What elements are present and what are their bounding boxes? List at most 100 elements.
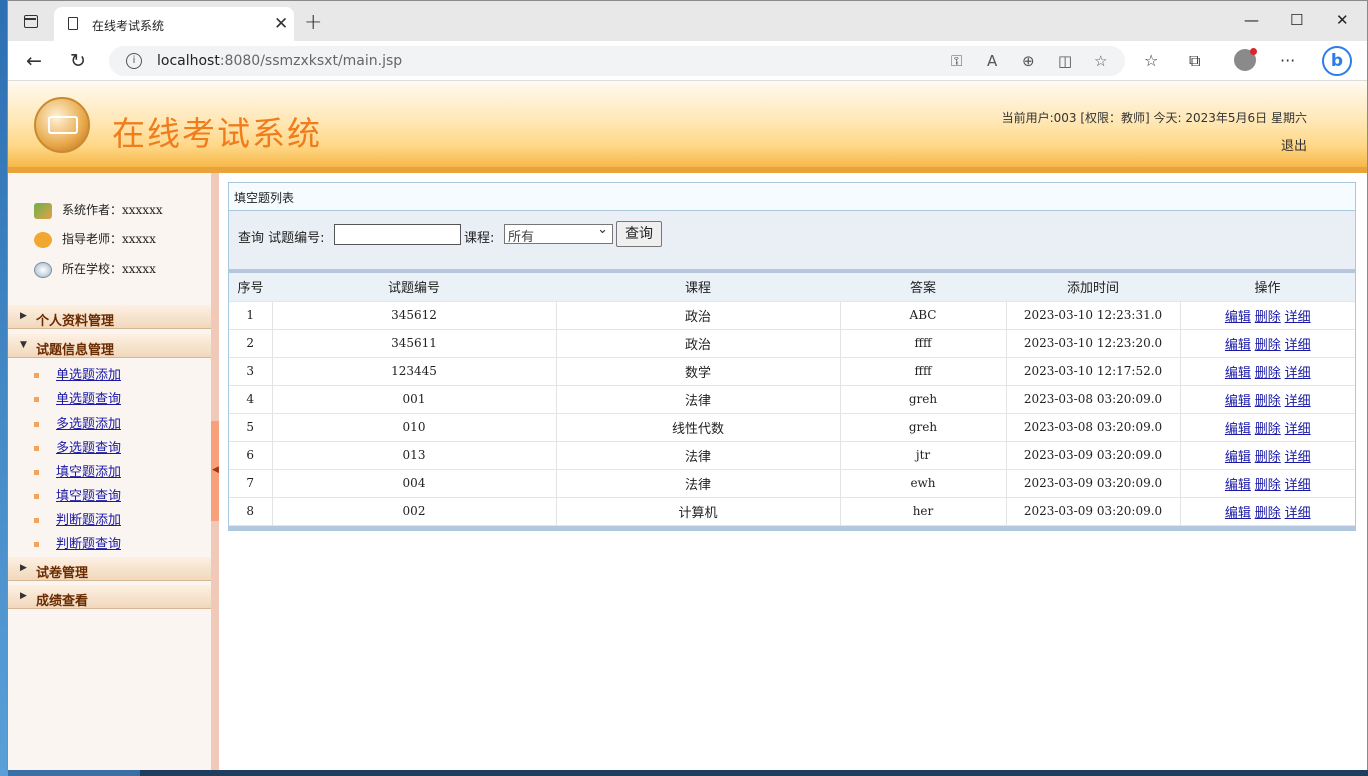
read-aloud-icon[interactable]: A — [987, 52, 997, 70]
cell-time: 2023-03-10 12:23:31.0 — [1006, 301, 1181, 330]
detail-link[interactable]: 详细 — [1285, 310, 1311, 325]
author-info: 系统作者：xxxxxx — [34, 201, 163, 219]
maximize-icon[interactable]: ☐ — [1290, 11, 1303, 29]
question-list-panel: 填空题列表 查询 试题编号: 课程: 所有 查询 序号 试题编号 课程 答案 — [228, 182, 1356, 531]
cell-time: 2023-03-08 03:20:09.0 — [1006, 413, 1181, 442]
delete-link[interactable]: 删除 — [1255, 310, 1281, 325]
menu-questions[interactable]: ▼ 试题信息管理 — [8, 334, 211, 358]
delete-link[interactable]: 删除 — [1255, 366, 1281, 381]
tab-actions-icon[interactable] — [24, 15, 38, 28]
info-icon[interactable]: i — [126, 53, 142, 69]
back-icon[interactable]: ← — [26, 50, 42, 72]
edit-link[interactable]: 编辑 — [1225, 338, 1251, 353]
url-text: localhost:8080/ssmzxksxt/main.jsp — [157, 53, 402, 69]
sub-fill-add[interactable]: 填空题添加 — [34, 461, 121, 480]
cell-course: 数学 — [556, 357, 841, 386]
cell-code: 002 — [272, 497, 557, 526]
favorites-icon[interactable]: ☆ — [1144, 51, 1158, 70]
menu-papers[interactable]: ▶ 试卷管理 — [8, 557, 211, 581]
col-answer: 答案 — [840, 273, 1006, 302]
cell-course: 政治 — [556, 329, 841, 358]
course-select[interactable]: 所有 — [504, 222, 613, 245]
detail-link[interactable]: 详细 — [1285, 394, 1311, 409]
sub-fill-query[interactable]: 填空题查询 — [34, 485, 121, 504]
cell-actions: 编辑 删除 详细 — [1180, 329, 1355, 358]
site-title: 在线考试系统 — [112, 114, 322, 153]
detail-link[interactable]: 详细 — [1285, 338, 1311, 353]
collections-icon[interactable]: ⧉ — [1189, 51, 1200, 71]
cell-no: 2 — [229, 329, 273, 358]
cell-time: 2023-03-09 03:20:09.0 — [1006, 441, 1181, 470]
cell-answer: her — [840, 497, 1007, 526]
detail-link[interactable]: 详细 — [1285, 506, 1311, 521]
close-tab-icon[interactable]: ✕ — [274, 14, 288, 34]
more-icon[interactable]: ··· — [1280, 51, 1295, 70]
sidebar-collapse-handle[interactable]: ◀ — [211, 421, 219, 521]
query-button[interactable]: 查询 — [616, 221, 662, 247]
code-input[interactable] — [334, 224, 461, 245]
detail-link[interactable]: 详细 — [1285, 478, 1311, 493]
key-icon[interactable]: ⚿ — [951, 52, 962, 70]
bing-icon[interactable]: b — [1322, 46, 1352, 76]
tab-bar: 在线考试系统 ✕ + — ☐ ✕ — [8, 1, 1367, 41]
edit-link[interactable]: 编辑 — [1225, 478, 1251, 493]
edit-link[interactable]: 编辑 — [1225, 506, 1251, 521]
browser-tab[interactable]: 在线考试系统 ✕ — [54, 7, 294, 41]
cell-no: 1 — [229, 301, 273, 330]
cell-course: 法律 — [556, 469, 841, 498]
cell-answer: ffff — [840, 357, 1007, 386]
edit-link[interactable]: 编辑 — [1225, 310, 1251, 325]
new-tab-icon[interactable]: + — [304, 10, 322, 35]
sub-judge-query[interactable]: 判断题查询 — [34, 533, 121, 552]
cell-actions: 编辑 删除 详细 — [1180, 441, 1355, 470]
cell-code: 004 — [272, 469, 557, 498]
delete-link[interactable]: 删除 — [1255, 478, 1281, 493]
sub-judge-add[interactable]: 判断题添加 — [34, 509, 121, 528]
edit-link[interactable]: 编辑 — [1225, 394, 1251, 409]
cell-answer: jtr — [840, 441, 1007, 470]
user-info: 当前用户:003 [权限：教师] 今天: 2023年5月6日 星期六 — [1001, 111, 1307, 125]
detail-link[interactable]: 详细 — [1285, 422, 1311, 437]
sub-single-add[interactable]: 单选题添加 — [34, 364, 121, 383]
cell-course: 政治 — [556, 301, 841, 330]
add-favorite-icon[interactable]: ☆ — [1094, 52, 1107, 70]
edit-link[interactable]: 编辑 — [1225, 366, 1251, 381]
table-footer — [229, 525, 1355, 530]
minimize-icon[interactable]: — — [1244, 11, 1259, 29]
cell-course: 线性代数 — [556, 413, 841, 442]
site-header: 在线考试系统 当前用户:003 [权限：教师] 今天: 2023年5月6日 星期… — [8, 81, 1367, 173]
col-no: 序号 — [229, 273, 272, 302]
menu-scores[interactable]: ▶ 成绩查看 — [8, 585, 211, 609]
delete-link[interactable]: 删除 — [1255, 506, 1281, 521]
zoom-icon[interactable]: ⊕ — [1022, 52, 1035, 70]
delete-link[interactable]: 删除 — [1255, 422, 1281, 437]
clock-icon — [34, 261, 52, 278]
cell-no: 5 — [229, 413, 273, 442]
edit-link[interactable]: 编辑 — [1225, 422, 1251, 437]
delete-link[interactable]: 删除 — [1255, 394, 1281, 409]
split-screen-icon[interactable]: ◫ — [1058, 52, 1072, 70]
alarm-icon — [34, 231, 52, 248]
logout-link[interactable]: 退出 — [1281, 135, 1307, 154]
sub-single-query[interactable]: 单选题查询 — [34, 388, 121, 407]
refresh-icon[interactable]: ↻ — [70, 50, 86, 72]
sub-multi-query[interactable]: 多选题查询 — [34, 437, 121, 456]
page-icon — [68, 17, 78, 30]
cell-answer: greh — [840, 413, 1007, 442]
delete-link[interactable]: 删除 — [1255, 450, 1281, 465]
delete-link[interactable]: 删除 — [1255, 338, 1281, 353]
url-host: localhost — [157, 53, 220, 69]
close-window-icon[interactable]: ✕ — [1336, 11, 1349, 29]
address-bar[interactable]: i localhost:8080/ssmzxksxt/main.jsp ⚿ A … — [109, 46, 1125, 76]
sub-multi-add[interactable]: 多选题添加 — [34, 413, 121, 432]
cell-code: 013 — [272, 441, 557, 470]
detail-link[interactable]: 详细 — [1285, 366, 1311, 381]
menu-personal[interactable]: ▶ 个人资料管理 — [8, 305, 211, 329]
col-course: 课程 — [556, 273, 840, 302]
edit-link[interactable]: 编辑 — [1225, 450, 1251, 465]
detail-link[interactable]: 详细 — [1285, 450, 1311, 465]
col-actions: 操作 — [1180, 273, 1355, 302]
taskbar — [140, 770, 1368, 776]
table-row: 3 123445 数学 ffff 2023-03-10 12:17:52.0 编辑 删除 … — [229, 357, 1355, 386]
cell-actions: 编辑 删除 详细 — [1180, 301, 1355, 330]
